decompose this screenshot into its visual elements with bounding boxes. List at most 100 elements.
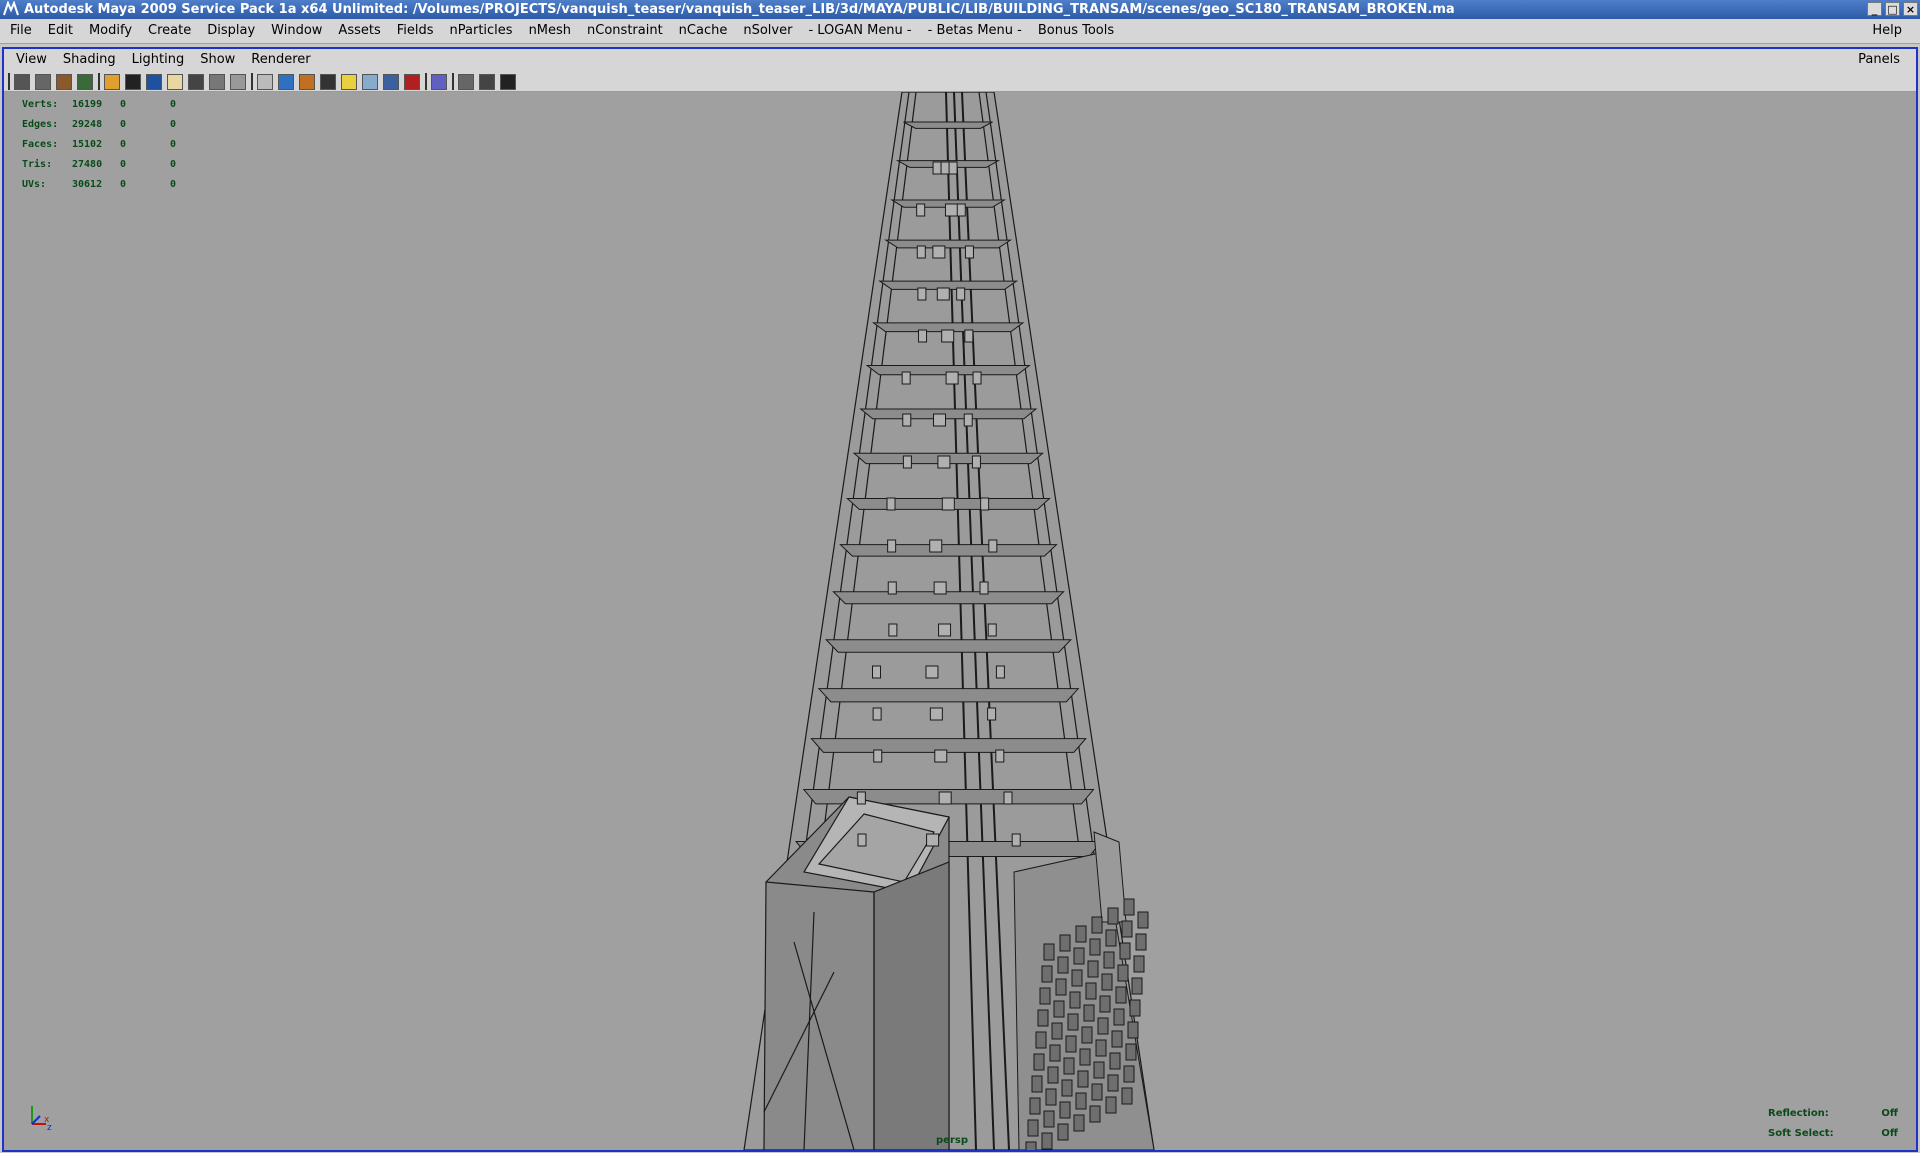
facade-window	[1137, 911, 1149, 929]
film-gate-icon[interactable]	[209, 73, 225, 90]
hud-value: 0	[170, 179, 177, 190]
high-quality-icon[interactable]	[362, 73, 378, 90]
facade-window	[1107, 907, 1119, 925]
facade-window	[1075, 1092, 1087, 1110]
grid-icon[interactable]	[188, 73, 204, 90]
menu-nparticles[interactable]: nParticles	[442, 19, 521, 43]
panels-menu[interactable]: Panels	[1850, 49, 1908, 71]
office-prop	[944, 203, 958, 217]
facade-window	[1061, 1079, 1073, 1097]
render-view-icon[interactable]	[404, 73, 420, 90]
facade-window	[1133, 955, 1145, 973]
panel-menu-renderer[interactable]: Renderer	[243, 49, 318, 71]
office-prop	[901, 371, 911, 385]
facade-window	[1103, 951, 1115, 969]
facade-window	[1029, 1097, 1041, 1115]
hud-label: Verts:	[22, 99, 59, 110]
hypershade-icon[interactable]	[479, 73, 495, 90]
panel-menu-show[interactable]: Show	[192, 49, 243, 71]
facade-window	[1025, 1141, 1037, 1150]
isolate-select-icon[interactable]	[278, 73, 294, 90]
menu-file[interactable]: File	[2, 19, 40, 43]
office-prop	[932, 245, 946, 259]
hud-value: Off	[1881, 1108, 1898, 1119]
office-prop	[963, 413, 973, 427]
office-prop	[887, 581, 897, 595]
default-material-icon[interactable]	[146, 73, 162, 90]
office-prop	[941, 497, 955, 511]
facade-window	[1109, 1052, 1121, 1070]
menu-nconstraint[interactable]: nConstraint	[579, 19, 671, 43]
image-plane-icon[interactable]	[77, 73, 93, 90]
office-prop	[929, 539, 943, 553]
textured-icon[interactable]	[167, 73, 183, 90]
xray-icon[interactable]	[299, 73, 315, 90]
facade-window	[1041, 1132, 1053, 1150]
office-prop	[948, 161, 958, 175]
facade-window	[1037, 1009, 1049, 1027]
resolution-gate-icon[interactable]	[230, 73, 246, 90]
facade-window	[1045, 1088, 1057, 1106]
office-prop	[902, 413, 912, 427]
facade-window	[1129, 999, 1141, 1017]
hud-row-verts: Verts: 16199 0 0	[22, 95, 176, 115]
menu-nsolver[interactable]: nSolver	[735, 19, 800, 43]
facade-window	[1073, 947, 1085, 965]
menu-create[interactable]: Create	[140, 19, 199, 43]
floor-plate	[903, 121, 993, 129]
facade-window	[1097, 1017, 1109, 1035]
panel-menu-view[interactable]: View	[8, 49, 55, 71]
office-prop	[956, 203, 966, 217]
hud-reflection: Reflection: Off	[1768, 1104, 1898, 1124]
facade-window	[1123, 1065, 1135, 1083]
facade-window	[1075, 925, 1087, 943]
close-button[interactable]: ×	[1903, 2, 1918, 16]
facade-window	[1051, 1022, 1063, 1040]
facade-window	[1099, 995, 1111, 1013]
snapshot-icon[interactable]	[458, 73, 474, 90]
frame-all-icon[interactable]	[383, 73, 399, 90]
camera-tools-icon[interactable]	[35, 73, 51, 90]
playblast-icon[interactable]	[500, 73, 516, 90]
facade-window	[1047, 1066, 1059, 1084]
menu-ncache[interactable]: nCache	[671, 19, 736, 43]
panel-menu-shading[interactable]: Shading	[55, 49, 124, 71]
menu-assets[interactable]: Assets	[330, 19, 388, 43]
menu-edit[interactable]: Edit	[40, 19, 81, 43]
wireframe-icon[interactable]	[104, 73, 120, 90]
facade-window	[1115, 986, 1127, 1004]
gate-mask-icon[interactable]	[257, 73, 273, 90]
menu-betas[interactable]: - Betas Menu -	[920, 19, 1030, 43]
menu-modify[interactable]: Modify	[81, 19, 140, 43]
use-lights-icon[interactable]	[320, 73, 336, 90]
3d-viewport[interactable]: Verts: 16199 0 0 Edges: 29248 0 0 Faces:…	[4, 92, 1916, 1150]
minimize-button[interactable]: _	[1867, 2, 1882, 16]
maya-logo-icon	[3, 1, 19, 16]
main-menubar: File Edit Modify Create Display Window A…	[0, 19, 1920, 44]
maximize-button[interactable]: □	[1885, 2, 1900, 16]
menu-display[interactable]: Display	[199, 19, 263, 43]
hud-label: Faces:	[22, 139, 59, 150]
panel-toolbar	[4, 71, 1916, 92]
menu-logan[interactable]: - LOGAN Menu -	[800, 19, 919, 43]
menu-help[interactable]: Help	[1864, 19, 1910, 43]
office-prop	[886, 497, 896, 511]
menu-nmesh[interactable]: nMesh	[521, 19, 579, 43]
office-prop	[980, 497, 990, 511]
menu-bonus-tools[interactable]: Bonus Tools	[1030, 19, 1122, 43]
bookmark-icon[interactable]	[56, 73, 72, 90]
menu-window[interactable]: Window	[263, 19, 330, 43]
window-titlebar[interactable]: Autodesk Maya 2009 Service Pack 1a x64 U…	[0, 0, 1920, 19]
floor-plate	[832, 591, 1065, 605]
ipr-icon[interactable]	[431, 73, 447, 90]
facade-window	[1095, 1039, 1107, 1057]
shadows-icon[interactable]	[341, 73, 357, 90]
panel-menu-lighting[interactable]: Lighting	[124, 49, 193, 71]
office-prop	[872, 665, 882, 679]
menu-fields[interactable]: Fields	[389, 19, 442, 43]
camera-attributes-icon[interactable]	[14, 73, 30, 90]
office-prop	[929, 707, 943, 721]
smooth-shade-icon[interactable]	[125, 73, 141, 90]
office-prop	[938, 623, 952, 637]
office-prop	[1003, 791, 1013, 805]
